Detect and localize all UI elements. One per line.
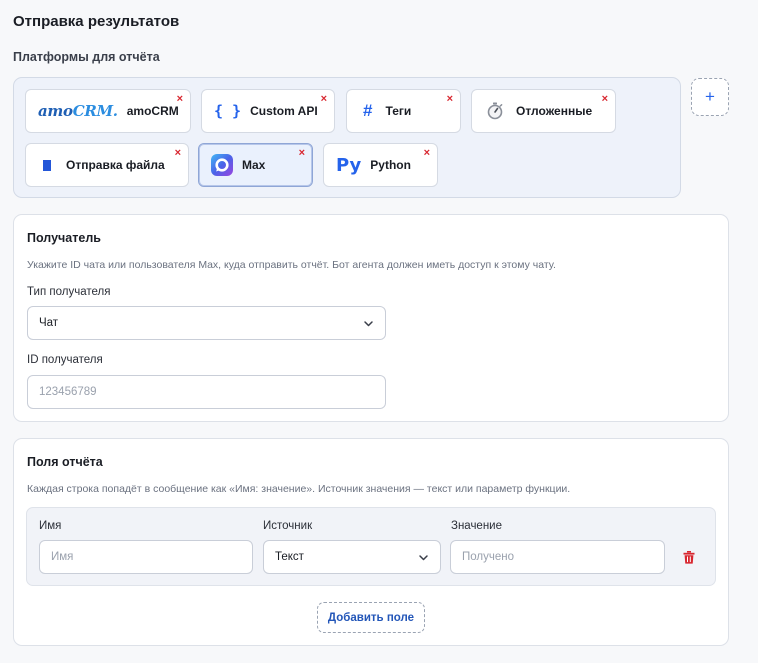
platform-chip-label: Теги <box>385 104 412 118</box>
remove-icon[interactable]: × <box>321 94 327 105</box>
remove-icon[interactable]: × <box>602 94 608 105</box>
trash-icon[interactable] <box>683 551 695 569</box>
report-field-row: Имя Источник Значение Имя Текст Получено <box>26 507 716 586</box>
max-logo <box>211 154 233 176</box>
platform-chip-delayed[interactable]: Отложенные × <box>471 89 616 133</box>
field-value-input[interactable]: Получено <box>450 540 665 574</box>
platform-chip-label: Max <box>242 158 266 172</box>
platform-chip-label: Отложенные <box>516 104 593 118</box>
platform-chip-label: Отправка файла <box>66 158 165 172</box>
plus-icon: + <box>705 87 715 106</box>
field-source-value: Текст <box>275 551 304 563</box>
amocrm-logo-text-b: CRM. <box>72 102 118 120</box>
platform-chip-amocrm[interactable]: amo CRM. amoCRM × <box>25 89 191 133</box>
recipient-card: Получатель Укажите ID чата или пользоват… <box>13 214 729 422</box>
field-source-select[interactable]: Текст <box>263 540 441 574</box>
platform-chip-custom-api[interactable]: { } Custom API × <box>201 89 335 133</box>
remove-icon[interactable]: × <box>424 148 430 159</box>
python-icon: Py <box>336 154 362 176</box>
platforms-label: Платформы для отчёта <box>13 50 160 64</box>
recipient-type-label: Тип получателя <box>27 286 111 298</box>
recipient-id-label: ID получателя <box>27 354 103 366</box>
amocrm-logo: amo CRM. <box>38 102 118 120</box>
recipient-id-input[interactable]: 123456789 <box>27 375 386 409</box>
remove-icon[interactable]: × <box>175 148 181 159</box>
chevron-down-icon <box>363 318 374 332</box>
remove-icon[interactable]: × <box>447 94 453 105</box>
braces-icon: { } <box>214 102 242 120</box>
recipient-description: Укажите ID чата или пользователя Max, ку… <box>27 259 556 271</box>
recipient-title: Получатель <box>27 231 101 245</box>
chevron-down-icon <box>418 552 429 566</box>
column-header-source: Источник <box>263 520 313 532</box>
recipient-type-value: Чат <box>39 317 59 329</box>
remove-icon[interactable]: × <box>299 148 305 159</box>
platform-chip-label: Python <box>370 158 411 172</box>
remove-icon[interactable]: × <box>177 94 183 105</box>
platform-chip-label: amoCRM <box>126 104 179 118</box>
platforms-container: amo CRM. amoCRM × { } Custom API × # Теги… <box>13 77 681 198</box>
amocrm-logo-text-a: amo <box>38 102 73 120</box>
add-field-button[interactable]: Добавить поле <box>317 602 425 633</box>
recipient-type-select[interactable]: Чат <box>27 306 386 340</box>
stopwatch-icon <box>486 102 504 120</box>
platform-chip-python[interactable]: Py Python × <box>323 143 438 187</box>
field-value-placeholder: Получено <box>462 551 515 563</box>
recipient-id-placeholder: 123456789 <box>39 386 97 398</box>
platform-chip-label: Custom API <box>250 104 318 118</box>
platform-chip-max[interactable]: Max × <box>198 143 313 187</box>
hash-icon: # <box>363 101 373 120</box>
report-fields-title: Поля отчёта <box>27 455 103 469</box>
column-header-value: Значение <box>451 520 502 532</box>
file-icon <box>43 159 52 172</box>
report-fields-description: Каждая строка попадёт в сообщение как «И… <box>27 483 571 495</box>
platform-chip-tags[interactable]: # Теги × <box>346 89 461 133</box>
add-platform-button[interactable]: + <box>691 78 729 116</box>
page-title: Отправка результатов <box>13 13 180 30</box>
field-name-placeholder: Имя <box>51 551 74 563</box>
field-name-input[interactable]: Имя <box>39 540 253 574</box>
column-header-name: Имя <box>39 520 62 532</box>
platform-chip-file-send[interactable]: Отправка файла × <box>25 143 189 187</box>
